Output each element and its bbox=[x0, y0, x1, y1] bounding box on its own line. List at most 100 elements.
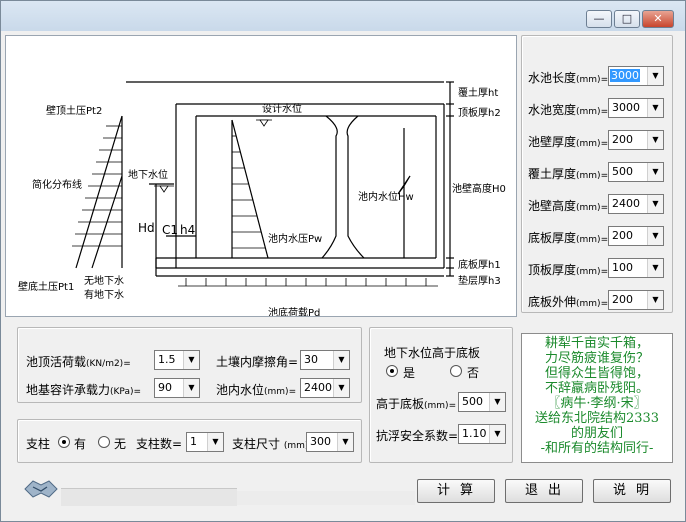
chevron-down-icon: ▼ bbox=[333, 379, 349, 397]
live-load-select[interactable]: 1.5 ▼ bbox=[154, 350, 200, 370]
chevron-down-icon: ▼ bbox=[647, 163, 663, 181]
label-bottom-slab: 底板厚h1 bbox=[458, 258, 501, 271]
groundwater-yes-label: 是 bbox=[403, 366, 416, 380]
column-size-label: 支柱尺寸 (mm) bbox=[232, 437, 309, 451]
exit-button[interactable]: 退出 bbox=[505, 479, 583, 503]
column-count-select[interactable]: 1 ▼ bbox=[186, 432, 224, 452]
label-hd: Hd bbox=[138, 221, 155, 235]
param-label: 底板外伸(mm)= bbox=[528, 295, 609, 309]
close-button[interactable]: ✕ bbox=[642, 10, 674, 28]
param-label: 覆土厚度(mm)= bbox=[528, 167, 609, 181]
column-group: 支柱 有 无 支柱数= 1 ▼ 支柱尺寸 (mm) 300 ▼ bbox=[17, 419, 362, 463]
above-slab-label: 高于底板(mm)= bbox=[376, 397, 457, 411]
calculate-button[interactable]: 计算 bbox=[417, 479, 495, 503]
param-select[interactable]: 500 ▼ bbox=[608, 162, 664, 182]
groundwater-title: 地下水位高于底板 bbox=[384, 346, 481, 360]
chevron-down-icon: ▼ bbox=[183, 351, 199, 369]
bearing-select[interactable]: 90 ▼ bbox=[154, 378, 200, 398]
chevron-down-icon: ▼ bbox=[647, 99, 663, 117]
groundwater-yes-radio[interactable] bbox=[386, 365, 398, 377]
param-label: 顶板厚度(mm)= bbox=[528, 263, 609, 277]
maximize-button[interactable]: □ bbox=[614, 10, 640, 28]
chevron-down-icon: ▼ bbox=[647, 195, 663, 213]
column-yes-label: 有 bbox=[74, 437, 87, 451]
chevron-down-icon: ▼ bbox=[647, 259, 663, 277]
param-label: 水池宽度(mm)= bbox=[528, 103, 609, 117]
label-h4: h4 bbox=[180, 223, 195, 237]
handshake-icon bbox=[24, 480, 58, 498]
inner-water-select[interactable]: 2400 ▼ bbox=[300, 378, 350, 398]
label-inner-water: 池内水位Hw bbox=[358, 190, 414, 203]
param-select[interactable]: 200 ▼ bbox=[608, 226, 664, 246]
label-simplified-line: 简化分布线 bbox=[32, 178, 82, 191]
chevron-down-icon: ▼ bbox=[489, 393, 505, 411]
friction-select[interactable]: 30 ▼ bbox=[300, 350, 350, 370]
label-bottom-load: 池底荷载Pd bbox=[268, 306, 320, 316]
title-bar: — □ ✕ bbox=[1, 1, 685, 31]
label-wall-bottom-pressure: 壁底土压Pt1 bbox=[18, 280, 74, 293]
tank-section-svg: 壁顶土压Pt2 简化分布线 地下水位 设计水位 池内水压Pw 池内水位Hw 壁底… bbox=[18, 81, 506, 316]
chevron-down-icon: ▼ bbox=[207, 433, 223, 451]
chevron-down-icon: ▼ bbox=[337, 433, 353, 451]
chevron-down-icon: ▼ bbox=[647, 291, 663, 309]
poem-line: 力尽筋疲谁复伤？ bbox=[544, 351, 649, 366]
groundwater-no-label: 否 bbox=[467, 366, 480, 380]
groundwater-group: 地下水位高于底板 是 否 高于底板(mm)= 500 ▼ 抗浮安全系数= 1.10… bbox=[369, 327, 513, 463]
safety-factor-label: 抗浮安全系数= bbox=[376, 429, 459, 443]
param-select[interactable]: 3000 ▼ bbox=[608, 98, 664, 118]
label-with-water: 有地下水 bbox=[84, 288, 124, 301]
param-select[interactable]: 200 ▼ bbox=[608, 290, 664, 310]
label-design-water: 设计水位 bbox=[262, 102, 302, 115]
poem-line: -和所有的结构同行- bbox=[540, 441, 654, 456]
param-select[interactable]: 100 ▼ bbox=[608, 258, 664, 278]
dimension-panel: 水池长度(mm)= 3000 ▼ 水池宽度(mm)= 3000 ▼ 池壁厚度(mm)= 200… bbox=[521, 35, 673, 313]
chevron-down-icon: ▼ bbox=[333, 351, 349, 369]
chevron-down-icon: ▼ bbox=[647, 67, 663, 85]
minimize-button[interactable]: — bbox=[586, 10, 612, 28]
label-no-water: 无地下水 bbox=[84, 274, 124, 287]
poem-line: 耕犁千亩实千箱， bbox=[544, 336, 649, 351]
bearing-label: 地基容许承载力(KPa)= bbox=[26, 383, 142, 397]
section-drawing: 壁顶土压Pt2 简化分布线 地下水位 设计水位 池内水压Pw 池内水位Hw 壁底… bbox=[5, 35, 517, 317]
label-top-slab: 顶板厚h2 bbox=[458, 106, 501, 119]
main-window: — □ ✕ 壁顶土压Pt2 简化分布线 地下水位 设计水位 池内水压Pw 池内水… bbox=[0, 0, 686, 522]
param-label: 池壁厚度(mm)= bbox=[528, 135, 609, 149]
poem-box: 耕犁千亩实千箱， 力尽筋疲谁复伤？ 但得众生皆得饱， 不辞羸病卧残阳。 〖病牛·李纲·宋… bbox=[521, 333, 673, 463]
poem-line: 不辞羸病卧残阳。 bbox=[544, 381, 649, 396]
param-select[interactable]: 3000 ▼ bbox=[608, 66, 664, 86]
chevron-down-icon: ▼ bbox=[183, 379, 199, 397]
chevron-down-icon: ▼ bbox=[489, 425, 505, 443]
param-select[interactable]: 2400 ▼ bbox=[608, 194, 664, 214]
help-button[interactable]: 说明 bbox=[593, 479, 671, 503]
inner-water-label: 池内水位(mm)= bbox=[216, 383, 297, 397]
label-inner-pressure: 池内水压Pw bbox=[268, 232, 322, 245]
column-no-label: 无 bbox=[114, 437, 127, 451]
column-no-radio[interactable] bbox=[98, 436, 110, 448]
label-wall-height: 池壁高度H0 bbox=[452, 182, 506, 195]
column-size-select[interactable]: 300 ▼ bbox=[306, 432, 354, 452]
column-count-label: 支柱数= bbox=[136, 437, 183, 451]
above-slab-select[interactable]: 500 ▼ bbox=[458, 392, 506, 412]
label-wall-top-pressure: 壁顶土压Pt2 bbox=[46, 104, 102, 117]
label-ground-water: 地下水位 bbox=[128, 168, 168, 181]
poem-line: 的朋友们 bbox=[570, 426, 623, 441]
label-cushion: 垫层厚h3 bbox=[458, 274, 501, 287]
param-label: 水池长度(mm)= bbox=[528, 71, 609, 85]
param-label: 底板厚度(mm)= bbox=[528, 231, 609, 245]
chevron-down-icon: ▼ bbox=[647, 131, 663, 149]
safety-factor-select[interactable]: 1.10 ▼ bbox=[458, 424, 506, 444]
poem-line: 〖病牛·李纲·宋〗 bbox=[547, 396, 647, 411]
label-soil-cover: 覆土厚ht bbox=[458, 86, 498, 99]
poem-line: 但得众生皆得饱， bbox=[544, 366, 649, 381]
groundwater-no-radio[interactable] bbox=[450, 365, 462, 377]
param-select[interactable]: 200 ▼ bbox=[608, 130, 664, 150]
status-area bbox=[237, 491, 415, 505]
live-load-label: 池顶活荷载(KN/m2)= bbox=[26, 355, 131, 369]
loads-group: 池顶活荷载(KN/m2)= 1.5 ▼ 土壤内摩擦角= 30 ▼ 地基容许承载力(K… bbox=[17, 327, 362, 403]
column-yes-radio[interactable] bbox=[58, 436, 70, 448]
friction-label: 土壤内摩擦角= bbox=[216, 355, 299, 369]
progress-bar bbox=[61, 488, 237, 506]
column-label: 支柱 bbox=[26, 437, 51, 451]
chevron-down-icon: ▼ bbox=[647, 227, 663, 245]
label-c1: C1 bbox=[162, 223, 178, 237]
